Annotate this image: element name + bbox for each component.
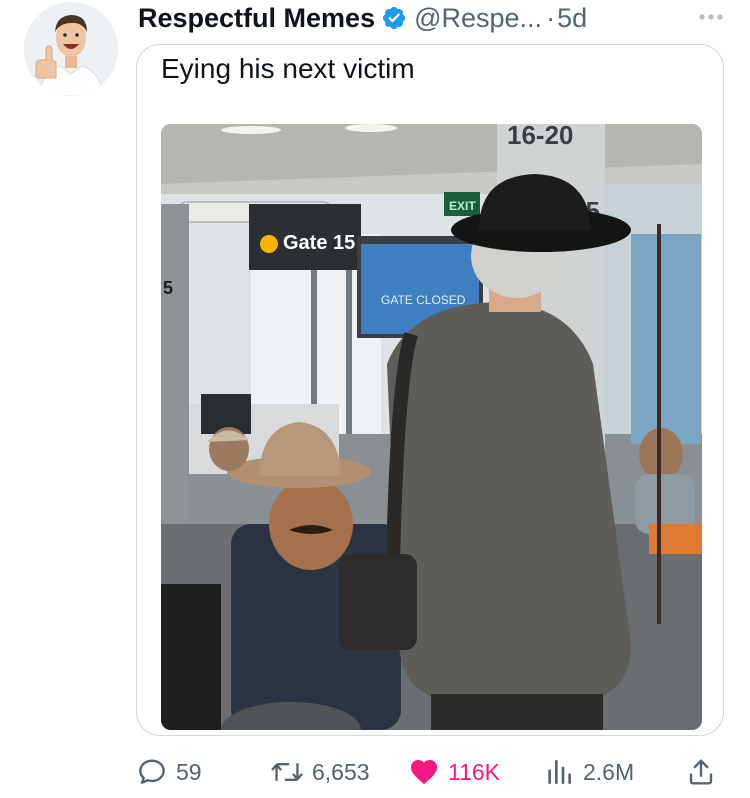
exit-sign-text: EXIT — [449, 199, 476, 213]
views-count: 2.6M — [583, 758, 635, 785]
like-button[interactable]: 116K — [408, 752, 500, 792]
more-horizontal-icon — [699, 14, 723, 20]
retweet-button[interactable]: 6,653 — [270, 752, 370, 792]
avatar-image — [24, 2, 118, 96]
retweet-count: 6,653 — [312, 758, 370, 785]
tweet-card[interactable]: Eying his next victim Gate 15 EXIT GATE … — [136, 44, 724, 736]
reply-button[interactable]: 59 — [136, 752, 202, 792]
tweet-header: Respectful Memes @Respe... · 5d — [138, 0, 728, 36]
tweet-text: Eying his next victim — [161, 53, 415, 84]
gate-sign-text: Gate 15 — [283, 232, 355, 254]
pillar-top-text: 16-20 — [507, 124, 574, 150]
gate-screen-text: GATE CLOSED — [381, 293, 466, 307]
airport-photo: Gate 15 EXIT GATE CLOSED 16-20 25 5 — [161, 124, 702, 730]
more-options-button[interactable] — [694, 2, 728, 32]
heart-filled-icon — [410, 760, 438, 785]
like-count: 116K — [448, 758, 501, 785]
share-button[interactable] — [686, 752, 716, 792]
reply-count: 59 — [176, 758, 202, 785]
author-handle[interactable]: @Respe... — [414, 3, 542, 34]
tweet-timestamp[interactable]: 5d — [557, 3, 587, 34]
avatar[interactable] — [24, 2, 118, 96]
dot-separator: · — [546, 2, 556, 33]
verified-badge-icon — [382, 6, 406, 30]
left-pillar-text: 5 — [163, 278, 173, 298]
reply-bubble-icon — [139, 759, 165, 784]
retweet-arrows-icon — [271, 762, 303, 782]
author-display-name[interactable]: Respectful Memes — [138, 3, 375, 34]
share-upload-icon — [689, 759, 713, 785]
bar-chart-icon — [548, 760, 571, 784]
tweet-action-bar: 59 6,653 116K 2.6M — [0, 752, 750, 792]
tweet-photo[interactable]: Gate 15 EXIT GATE CLOSED 16-20 25 5 — [161, 124, 702, 730]
views-button[interactable]: 2.6M — [543, 752, 634, 792]
